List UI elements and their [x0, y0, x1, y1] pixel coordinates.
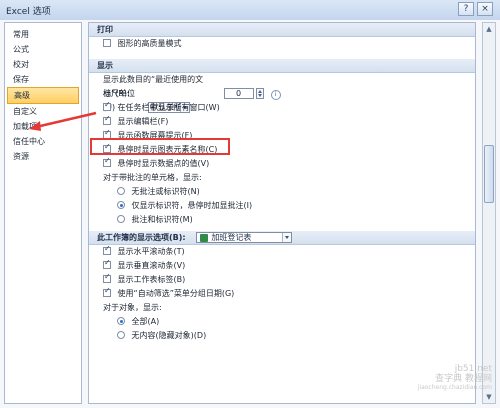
checkbox-show-all-windows-taskbar[interactable]	[103, 101, 111, 111]
options-dialog: 常用 公式 校对 保存 高级 自定义 加载项 信任中心 资源 打印 图形的高质量…	[0, 20, 500, 408]
help-button[interactable]: ?	[458, 2, 474, 16]
workbook-select-value: 加班登记表	[211, 233, 252, 242]
label-comments-and-indicators: 批注和标识符(M)	[131, 215, 193, 224]
window-title: Excel 选项	[6, 7, 51, 17]
scrollbar-thumb[interactable]	[484, 145, 494, 203]
label-objects-none: 无内容(隐藏对象)(D)	[131, 331, 207, 340]
annotation-highlight-box	[90, 138, 230, 155]
radio-objects-all[interactable]	[117, 316, 125, 325]
option-objects-all[interactable]: 全部(A)	[89, 315, 475, 329]
checkbox-show-datapoint-values[interactable]	[103, 157, 111, 167]
option-comments-and-indicators[interactable]: 批注和标识符(M)	[89, 213, 475, 227]
watermark-line-3: jiaocheng.chazidian.com	[417, 384, 492, 391]
option-show-horizontal-scroll[interactable]: 显示水平滚动条(T)	[89, 245, 475, 259]
sidebar-item-save[interactable]: 保存	[5, 72, 81, 87]
comments-label-row: 对于带批注的单元格，显示:	[89, 171, 475, 185]
label-group-dates-autofilter: 使用“自动筛选”菜单分组日期(G)	[117, 289, 235, 298]
option-show-all-windows-taskbar[interactable]: 在任务栏中显示所有窗口(W)	[89, 101, 475, 115]
label-show-all-windows-taskbar: 在任务栏中显示所有窗口(W)	[117, 103, 220, 112]
label-comments-none: 无批注或标识符(N)	[131, 187, 200, 196]
label-objects-all: 全部(A)	[131, 317, 160, 326]
radio-comments-and-indicators[interactable]	[117, 214, 125, 223]
checkbox-show-vertical-scroll[interactable]	[103, 259, 111, 269]
option-ruler-units: 标尺单位(U) 默认单位	[89, 87, 475, 113]
sidebar-item-trust-center[interactable]: 信任中心	[5, 134, 81, 149]
sidebar-item-popular[interactable]: 常用	[5, 27, 81, 42]
checkbox-show-sheet-tabs[interactable]	[103, 273, 111, 283]
radio-objects-none[interactable]	[117, 330, 125, 339]
checkbox-high-quality[interactable]	[103, 38, 111, 47]
options-sidebar: 常用 公式 校对 保存 高级 自定义 加载项 信任中心 资源	[4, 22, 82, 404]
label-show-vertical-scroll: 显示垂直滚动条(V)	[117, 261, 186, 270]
section-print: 打印	[89, 23, 475, 37]
options-panel: 打印 图形的高质量模式 显示 显示此数目的“最近使用的文档”(R): 0 i 标…	[88, 22, 476, 404]
workbook-display-label: 此工作簿的显示选项(B):	[97, 233, 186, 242]
option-high-quality-graphics[interactable]: 图形的高质量模式	[89, 37, 475, 51]
option-show-vertical-scroll[interactable]: 显示垂直滚动条(V)	[89, 259, 475, 273]
label-show-formula-bar: 显示编辑栏(F)	[117, 117, 169, 126]
sidebar-item-proofing[interactable]: 校对	[5, 57, 81, 72]
option-recent-docs: 显示此数目的“最近使用的文档”(R): 0 i	[89, 73, 475, 100]
checkbox-group-dates-autofilter[interactable]	[103, 287, 111, 297]
label-comments-indicator-only: 仅显示标识符，悬停时加显批注(I)	[131, 201, 253, 210]
comments-label: 对于带批注的单元格，显示:	[103, 173, 202, 182]
sidebar-item-resources[interactable]: 资源	[5, 149, 81, 164]
annotation-arrow-icon	[29, 111, 97, 131]
option-group-dates-autofilter[interactable]: 使用“自动筛选”菜单分组日期(G)	[89, 287, 475, 301]
title-bar: Excel 选项 ? ×	[0, 0, 500, 21]
excel-file-icon	[200, 234, 209, 242]
option-comments-indicator-only[interactable]: 仅显示标识符，悬停时加显批注(I)	[89, 199, 475, 213]
sidebar-item-formulas[interactable]: 公式	[5, 42, 81, 57]
checkbox-show-formula-bar[interactable]	[103, 115, 111, 125]
option-show-sheet-tabs[interactable]: 显示工作表标签(B)	[89, 273, 475, 287]
radio-comments-none[interactable]	[117, 186, 125, 195]
radio-comments-indicator-only[interactable]	[117, 200, 125, 209]
watermark-line-1: jb51.net	[454, 364, 492, 374]
sidebar-item-advanced[interactable]: 高级	[7, 87, 79, 104]
option-show-formula-bar[interactable]: 显示编辑栏(F)	[89, 115, 475, 129]
objects-label: 对于对象，显示:	[103, 303, 162, 312]
option-comments-none[interactable]: 无批注或标识符(N)	[89, 185, 475, 199]
watermark: jb51.net 查字典 教程网 jiaocheng.chazidian.com	[400, 364, 492, 402]
workbook-select-dropdown[interactable]: 加班登记表	[196, 232, 293, 243]
close-button[interactable]: ×	[477, 2, 493, 16]
vertical-scrollbar[interactable]: ▲ ▼	[482, 22, 496, 404]
section-workbook-display: 此工作簿的显示选项(B): 加班登记表	[89, 231, 475, 245]
option-objects-none[interactable]: 无内容(隐藏对象)(D)	[89, 329, 475, 343]
checkbox-show-horizontal-scroll[interactable]	[103, 245, 111, 255]
scroll-up-arrow-icon[interactable]: ▲	[484, 24, 494, 34]
objects-label-row: 对于对象，显示:	[89, 301, 475, 315]
label-show-datapoint-values: 悬停时显示数据点的值(V)	[117, 159, 210, 168]
option-show-datapoint-values[interactable]: 悬停时显示数据点的值(V)	[89, 157, 475, 171]
watermark-line-2: 查字典 教程网	[435, 374, 492, 384]
label-high-quality: 图形的高质量模式	[117, 39, 182, 48]
label-show-sheet-tabs: 显示工作表标签(B)	[117, 275, 186, 284]
label-show-horizontal-scroll: 显示水平滚动条(T)	[117, 247, 185, 256]
section-display: 显示	[89, 59, 475, 73]
chevron-down-icon	[282, 233, 292, 242]
